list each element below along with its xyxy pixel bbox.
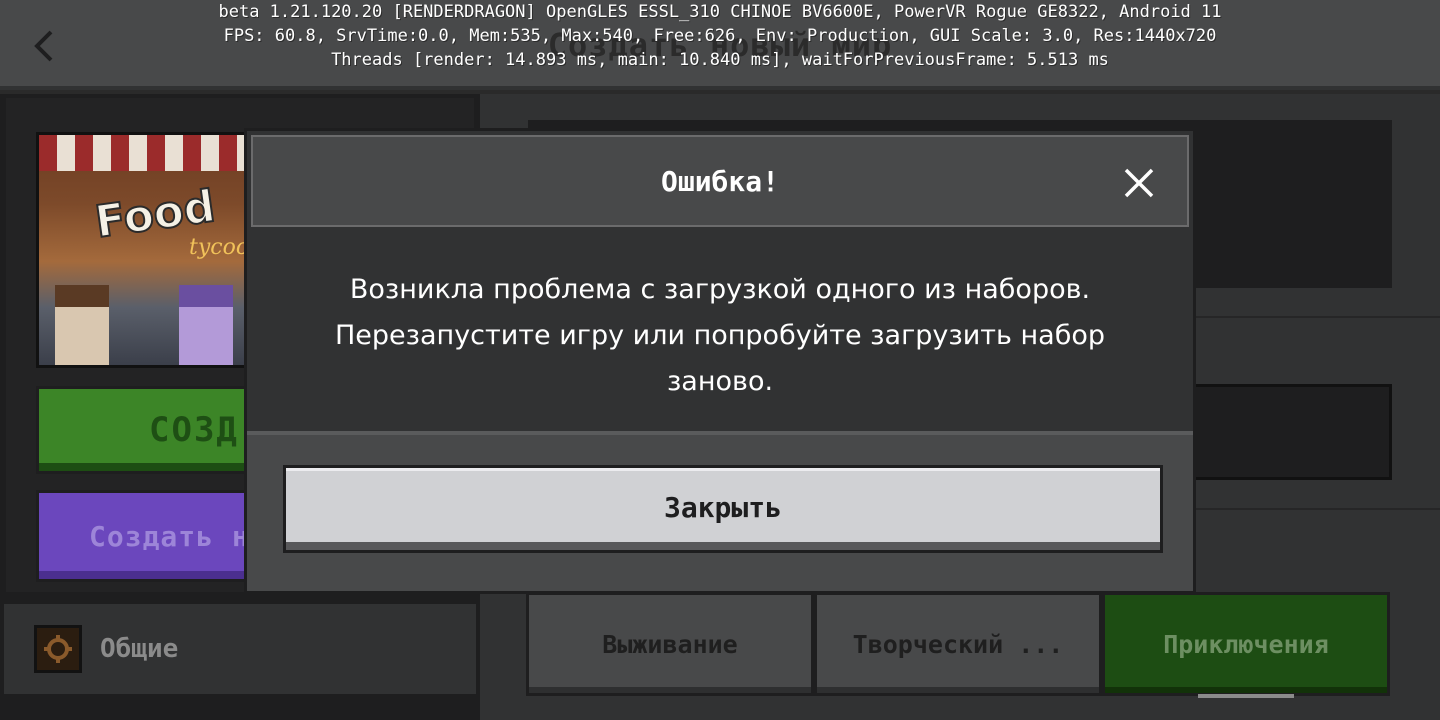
- dialog-body: Возникла проблема с загрузкой одного из …: [247, 231, 1193, 429]
- dialog-message: Возникла проблема с загрузкой одного из …: [307, 267, 1133, 405]
- dialog-message-line: Перезапустите игру или попробуйте загруз…: [334, 320, 1106, 351]
- dialog-header: Ошибка!: [251, 135, 1189, 227]
- dialog-message-line: заново.: [666, 366, 774, 397]
- debug-overlay: beta 1.21.120.20 [RENDERDRAGON] OpenGLES…: [0, 0, 1440, 72]
- debug-line-1: beta 1.21.120.20 [RENDERDRAGON] OpenGLES…: [218, 2, 1222, 22]
- close-button[interactable]: Закрыть: [283, 465, 1163, 553]
- dialog-footer: Закрыть: [247, 431, 1193, 591]
- debug-line-3: Threads [render: 14.893 ms, main: 10.840…: [331, 50, 1109, 70]
- dialog-close-button[interactable]: [1119, 163, 1159, 203]
- close-icon: [1124, 168, 1154, 198]
- close-button-label: Закрыть: [663, 490, 782, 524]
- debug-line-2: FPS: 60.8, SrvTime:0.0, Mem:535, Max:540…: [223, 26, 1217, 46]
- dialog-message-line: Возникла проблема с загрузкой одного из …: [349, 274, 1091, 305]
- error-dialog: Ошибка! Возникла проблема с загрузкой од…: [244, 128, 1196, 594]
- dialog-title: Ошибка!: [660, 165, 779, 198]
